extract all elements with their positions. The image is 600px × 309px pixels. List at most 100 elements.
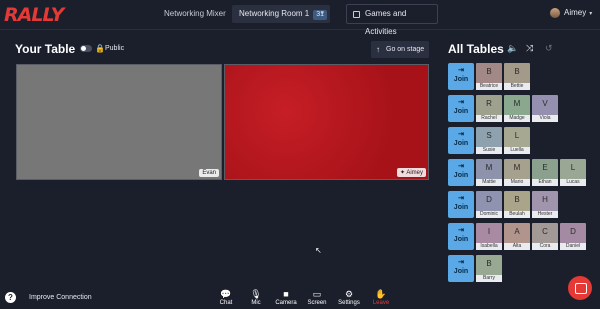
settings-button[interactable]: ⚙ Settings (334, 288, 364, 306)
seat-avatar[interactable]: E Ethan (532, 159, 558, 186)
seat-initial: L (514, 131, 520, 140)
seat-initial: B (514, 195, 520, 204)
bottom-bar: ? Improve Connection 💬 Chat 🎙 Mic ■ Camera … (0, 286, 600, 309)
video-tile[interactable]: ✦ Aimey (224, 64, 429, 180)
your-table-title: Your Table (15, 42, 76, 56)
help-icon[interactable]: ? (5, 292, 16, 303)
join-button[interactable]: ⇥ Join (448, 223, 474, 250)
join-button[interactable]: ⇥ Join (448, 127, 474, 154)
seat-avatar[interactable]: M Mattie (476, 159, 502, 186)
seat-initial: B (486, 67, 492, 76)
room-name: Networking Room 1 (239, 9, 310, 18)
speaker-icon[interactable]: 🔈 (507, 43, 518, 54)
seat-avatar[interactable]: B Barry (476, 255, 502, 282)
chat-support-button[interactable] (568, 276, 592, 300)
seat-name: Alta (504, 243, 530, 250)
seat-name: Isabella (476, 243, 502, 250)
join-label: Join (453, 268, 469, 275)
tab-event[interactable]: Networking Mixer (158, 5, 232, 23)
video-name-label: ✦ Aimey (396, 168, 426, 177)
join-label: Join (453, 204, 469, 211)
improve-connection-link[interactable]: Improve Connection (29, 294, 92, 301)
join-button[interactable]: ⇥ Join (448, 191, 474, 218)
shuffle-icon[interactable]: ⤨ (526, 43, 533, 54)
join-button[interactable]: ⇥ Join (448, 255, 474, 282)
enter-icon: ⇥ (458, 227, 464, 234)
privacy-label: Public (105, 45, 125, 52)
games-label: Games and Activities (365, 9, 407, 36)
seat-initial: S (486, 131, 492, 140)
screen-button[interactable]: ▭ Screen (302, 288, 332, 306)
seat-avatar[interactable]: A Alta (504, 223, 530, 250)
seat-initial: M (513, 163, 521, 172)
seat-name: Rachel (476, 115, 502, 122)
seat-avatar[interactable]: M Madge (504, 95, 530, 122)
seat-avatar[interactable]: D Daniel (560, 223, 586, 250)
seat-avatar[interactable]: L Luella (504, 127, 530, 154)
seat-name: Viola (532, 115, 558, 122)
chat-label: Chat (219, 300, 233, 306)
seat-name: Susie (476, 147, 502, 154)
enter-icon: ⇥ (458, 163, 464, 170)
seat-avatar[interactable]: B Beatrice (476, 63, 502, 90)
seat-name: Dominic (476, 211, 502, 218)
screen-label: Screen (307, 300, 327, 306)
seat-avatar[interactable]: H Hester (532, 191, 558, 218)
tab-room[interactable]: Networking Room 1 31 ▾ (232, 5, 330, 23)
join-button[interactable]: ⇥ Join (448, 159, 474, 186)
gear-icon: ⚙ (344, 289, 354, 299)
seat-avatar[interactable]: S Susie (476, 127, 502, 154)
chat-button[interactable]: 💬 Chat (211, 288, 241, 306)
chevron-down-icon: ▾ (589, 11, 593, 18)
go-on-stage-button[interactable]: ↑ Go on stage (371, 41, 429, 58)
enter-icon: ⇥ (458, 259, 464, 266)
seat-name: Luella (504, 147, 530, 154)
history-icon[interactable]: ↺ (545, 43, 553, 54)
mic-label: Mic (251, 300, 261, 306)
avatar (550, 8, 560, 18)
seat-initial: M (485, 163, 493, 172)
seat-name: Bettie (504, 83, 530, 90)
enter-icon: ⇥ (458, 131, 464, 138)
seat-avatar[interactable]: R Rachel (476, 95, 502, 122)
settings-label: Settings (338, 300, 360, 306)
seat-name: Lucas (560, 179, 586, 186)
seat-name: Hester (532, 211, 558, 218)
user-menu[interactable]: Aimey ▾ (550, 8, 592, 18)
seat-name: Mario (504, 179, 530, 186)
video-name-label: Evan (199, 169, 219, 177)
rally-logo[interactable]: RALLY (4, 4, 64, 26)
seat-avatar[interactable]: D Dominic (476, 191, 502, 218)
seat-name: Daniel (560, 243, 586, 250)
join-label: Join (453, 236, 469, 243)
external-link-icon (353, 11, 360, 18)
seat-initial: B (514, 67, 520, 76)
video-name: Aimey (406, 170, 423, 176)
enter-icon: ⇥ (458, 99, 464, 106)
seat-name: Madge (504, 115, 530, 122)
join-button[interactable]: ⇥ Join (448, 63, 474, 90)
lock-icon: 🔒 (95, 44, 105, 53)
seat-name: Beulah (504, 211, 530, 218)
enter-icon: ⇥ (458, 67, 464, 74)
seat-avatar[interactable]: M Mario (504, 159, 530, 186)
chevron-down-icon: ▾ (320, 10, 324, 17)
mic-button[interactable]: 🎙 Mic (241, 288, 271, 306)
seat-avatar[interactable]: B Beulah (504, 191, 530, 218)
stage-label: Go on stage (386, 46, 425, 53)
seat-avatar[interactable]: I Isabella (476, 223, 502, 250)
arrow-up-icon: ↑ (376, 45, 380, 54)
seat-avatar[interactable]: C Cora (532, 223, 558, 250)
seat-avatar[interactable]: L Lucas (560, 159, 586, 186)
seat-initial: I (487, 227, 491, 236)
seat-avatar[interactable]: B Bettie (504, 63, 530, 90)
video-tile[interactable]: Evan (16, 64, 222, 180)
privacy-toggle[interactable] (80, 45, 92, 52)
seat-name: Beatrice (476, 83, 502, 90)
leave-button[interactable]: ✋ Leave (366, 288, 396, 306)
seat-avatar[interactable]: V Viola (532, 95, 558, 122)
games-activities-button[interactable]: Games and Activities (346, 4, 438, 36)
join-button[interactable]: ⇥ Join (448, 95, 474, 122)
camera-button[interactable]: ■ Camera (271, 288, 301, 306)
mic-icon: 🎙 (250, 289, 262, 299)
